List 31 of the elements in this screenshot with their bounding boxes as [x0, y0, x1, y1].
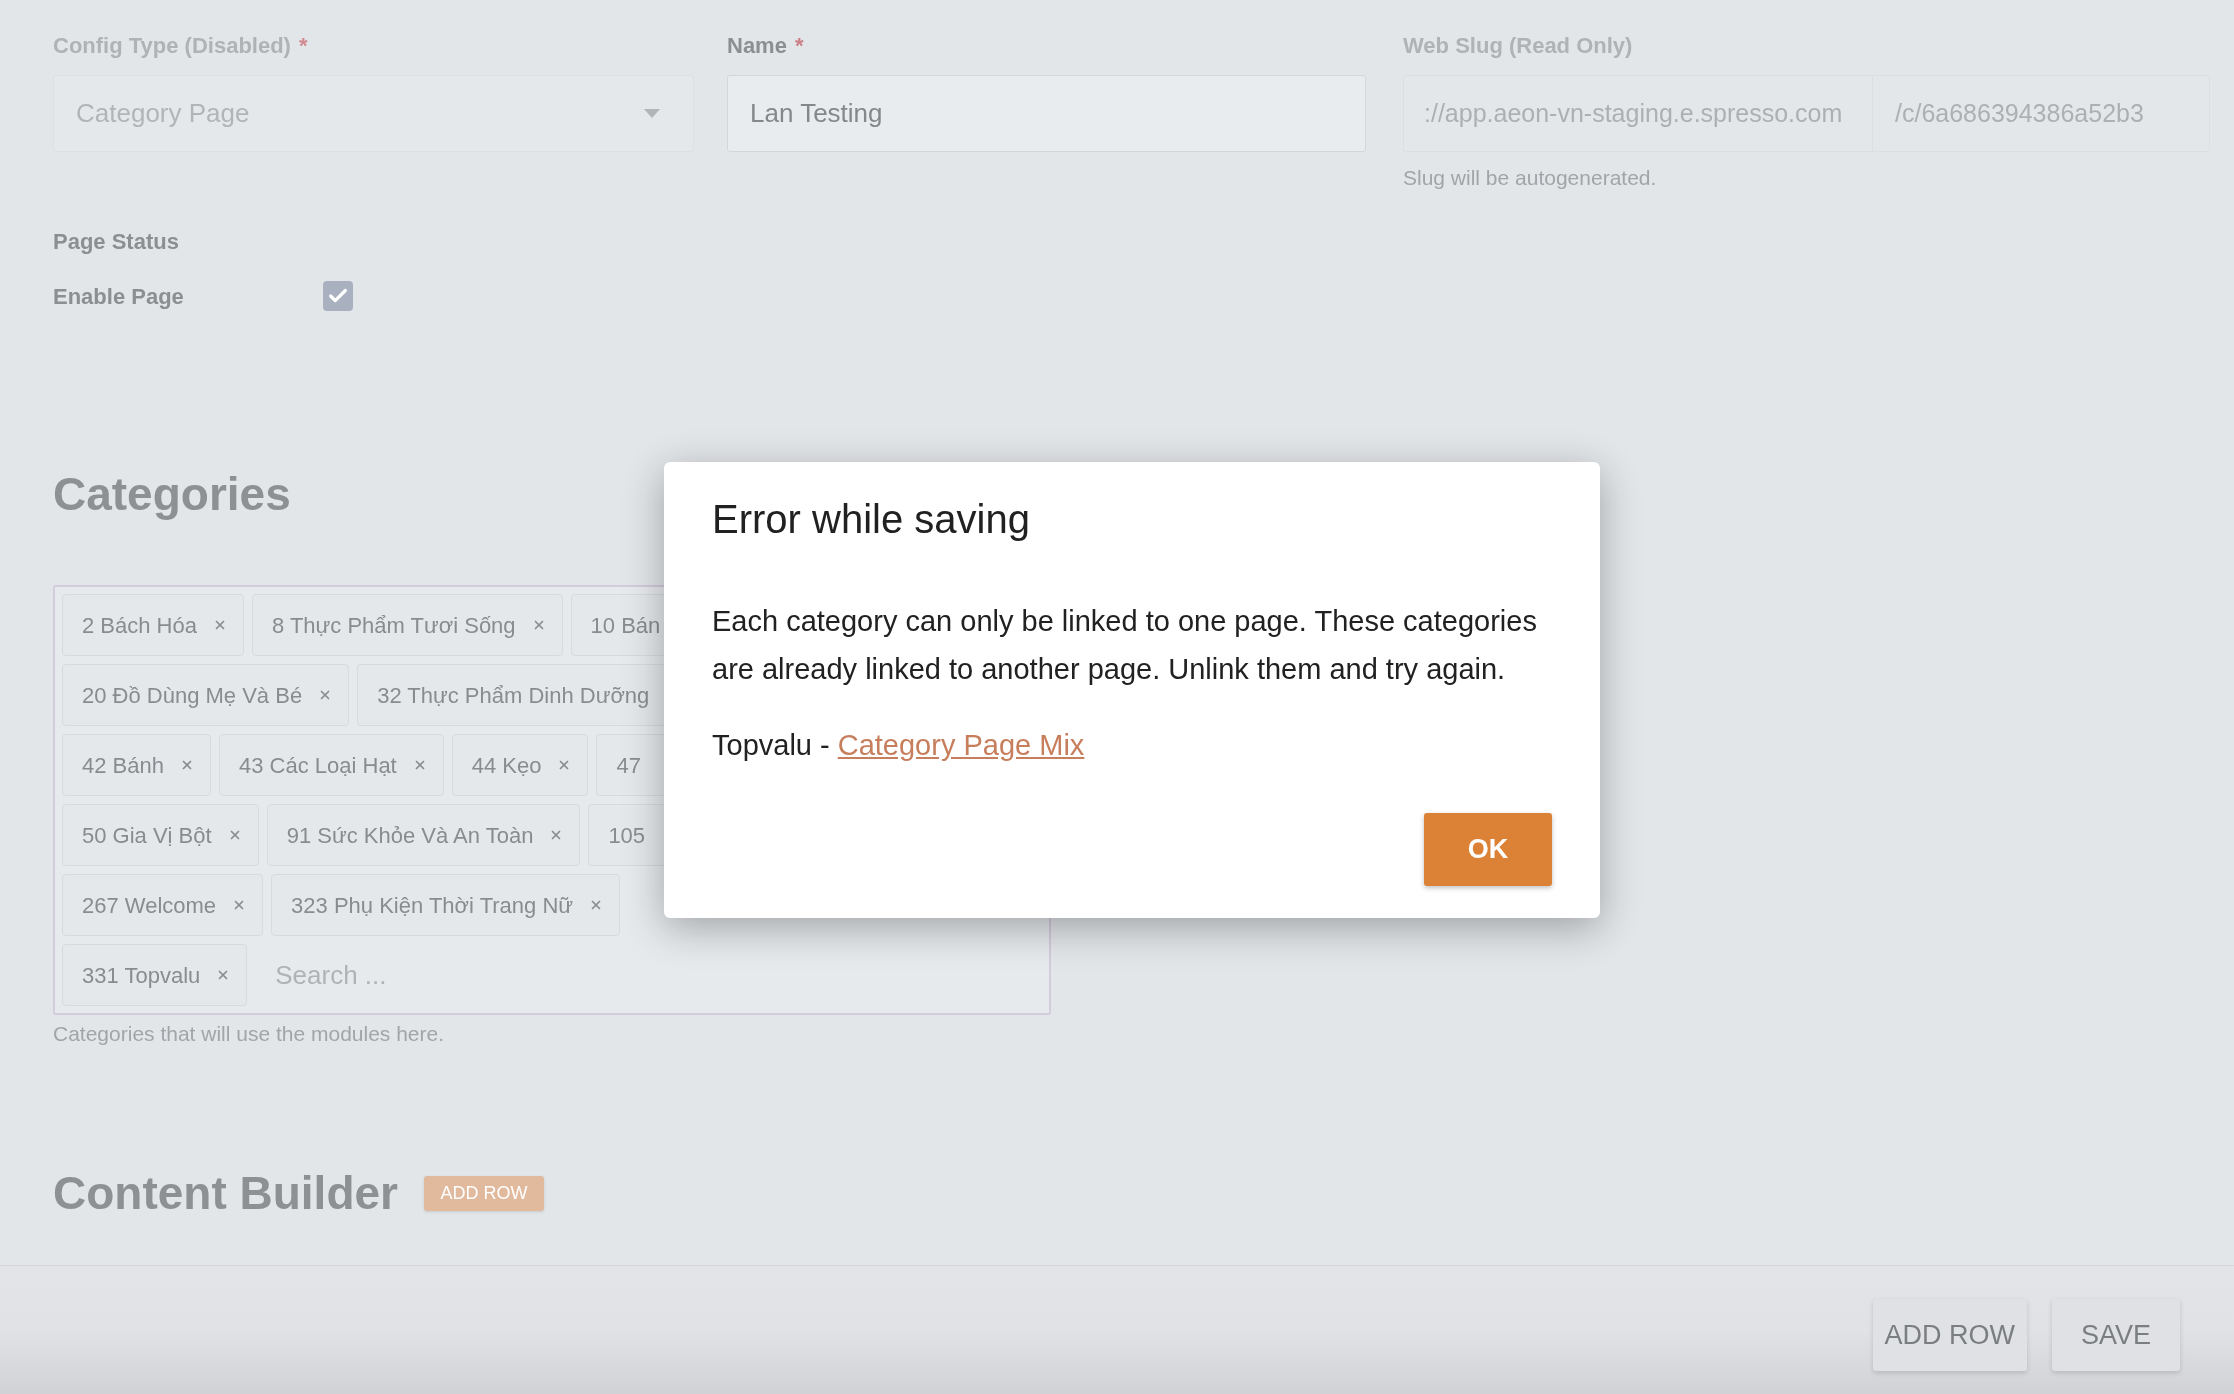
- linked-page-text: Topvalu - Category Page Mix: [712, 728, 1085, 763]
- field-label: Name: [727, 32, 787, 60]
- tag-chip[interactable]: 8 Thực Phẩm Tươi Sống: [251, 594, 563, 656]
- dialog-message: Each category can only be linked to one page. These categories are already linked to another page. Unlink them and try again.: [712, 604, 1538, 687]
- name-input[interactable]: Lan Testing: [727, 75, 1366, 152]
- section-title: Content Builder: [53, 1166, 398, 1220]
- add-row-button[interactable]: ADD ROW: [1872, 1299, 2027, 1371]
- section-title: Categories: [53, 467, 291, 521]
- required-mark: *: [794, 32, 804, 60]
- save-button[interactable]: SAVE: [2052, 1299, 2180, 1371]
- field-label: Enable Page: [53, 282, 184, 311]
- add-row-button[interactable]: ADD ROW: [424, 1175, 544, 1211]
- tag-chip[interactable]: 323 Phụ Kiện Thời Trang Nữ: [271, 874, 621, 936]
- slug-hint: Slug will be autogenerated.: [1403, 165, 1657, 191]
- tag-chip[interactable]: 2 Bách Hóa: [62, 594, 244, 656]
- tag-chip[interactable]: 44 Kẹo: [451, 734, 589, 796]
- field-hint: Categories that will use the modules here.: [53, 1021, 445, 1047]
- tag-chip[interactable]: 331 Topvalu: [62, 944, 248, 1006]
- enable-page-checkbox[interactable]: [323, 281, 353, 311]
- section-label: Page Status: [53, 228, 179, 256]
- dialog-title: Error while saving: [712, 496, 1030, 543]
- required-mark: *: [298, 32, 308, 60]
- tag-chip[interactable]: 267 Welcome: [62, 874, 264, 936]
- tag-chip[interactable]: 50 Gia Vị Bột: [62, 804, 259, 866]
- tag-chip[interactable]: 20 Đồ Dùng Mẹ Và Bé: [62, 664, 350, 726]
- ok-button[interactable]: OK: [1424, 813, 1552, 886]
- tag-chip[interactable]: 42 Bánh: [62, 734, 211, 796]
- page-link[interactable]: Category Page Mix: [837, 729, 1085, 761]
- tag-chip[interactable]: 43 Các Loại Hạt: [218, 734, 444, 796]
- tag-chip[interactable]: 91 Sức Khỏe Và An Toàn: [266, 804, 581, 866]
- caret-icon: [644, 109, 660, 118]
